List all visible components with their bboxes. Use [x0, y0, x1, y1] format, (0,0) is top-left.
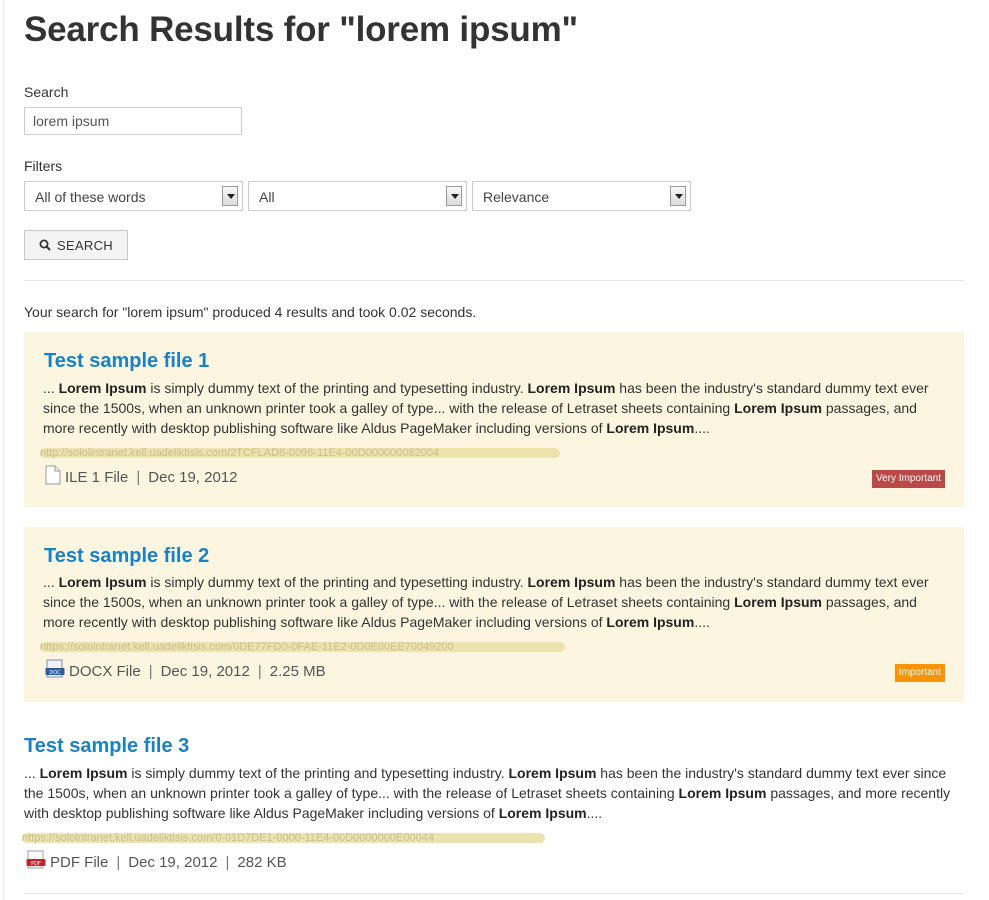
divider: [24, 893, 964, 894]
blank-file-icon: [45, 465, 61, 489]
important-badge: Important: [894, 664, 945, 682]
dropdown-arrow-icon[interactable]: [670, 186, 686, 206]
page-title: Search Results for "lorem ipsum": [24, 10, 578, 49]
dropdown-arrow-icon[interactable]: [222, 186, 238, 206]
file-type: PDF File: [50, 853, 109, 871]
result-title-link[interactable]: Test sample file 3: [24, 735, 189, 758]
file-size: 282 KB: [237, 853, 287, 871]
file-size: 2.25 MB: [269, 662, 326, 680]
sort-select[interactable]: Relevance: [472, 181, 691, 211]
filters-label: Filters: [24, 158, 63, 174]
search-button-label: SEARCH: [57, 237, 113, 253]
type-filter-value: All: [259, 189, 275, 205]
file-type: DOCX File: [69, 662, 141, 680]
search-label: Search: [24, 84, 69, 100]
result-meta: PDF PDF File | Dec 19, 2012 | 282 KB: [26, 850, 287, 874]
file-type: ILE 1 File: [65, 468, 129, 486]
result-title-link[interactable]: Test sample file 1: [44, 350, 209, 373]
docx-file-icon: DOC: [45, 659, 65, 683]
result-meta: DOC DOCX File | Dec 19, 2012 | 2.25 MB: [45, 659, 326, 683]
search-input[interactable]: [24, 107, 242, 135]
svg-text:DOC: DOC: [49, 670, 61, 676]
file-date: Dec 19, 2012: [148, 468, 238, 486]
result-url-redacted[interactable]: https://sololntranet.kell.uadeliktisis.c…: [22, 833, 545, 843]
match-mode-value: All of these words: [35, 189, 146, 205]
result-url-redacted[interactable]: https://sololntranet.kell.uadeliktisis.c…: [40, 642, 565, 652]
search-button[interactable]: SEARCH: [24, 230, 128, 260]
match-mode-select[interactable]: All of these words: [24, 181, 243, 211]
result-url-redacted[interactable]: http://sololintranet.kell.uadeliktisis.c…: [40, 448, 560, 458]
result-meta: ILE 1 File | Dec 19, 2012: [45, 465, 238, 489]
file-date: Dec 19, 2012: [128, 853, 218, 871]
pdf-file-icon: PDF: [26, 850, 46, 874]
meta-separator: |: [257, 662, 262, 680]
result-snippet: ... Lorem Ipsum is simply dummy text of …: [43, 574, 929, 630]
result-title-link[interactable]: Test sample file 2: [44, 545, 209, 568]
meta-separator: |: [225, 853, 230, 871]
result-item: Test sample file 1 ... Lorem Ipsum is si…: [24, 332, 964, 507]
result-snippet: ... Lorem Ipsum is simply dummy text of …: [43, 380, 929, 436]
result-item: Test sample file 2 ... Lorem Ipsum is si…: [24, 527, 964, 702]
very-important-badge: Very Important: [871, 470, 945, 488]
search-icon: [39, 239, 51, 251]
meta-separator: |: [116, 853, 121, 871]
result-snippet: ... Lorem Ipsum is simply dummy text of …: [24, 765, 951, 821]
sort-value: Relevance: [483, 189, 550, 205]
dropdown-arrow-icon[interactable]: [446, 186, 462, 206]
divider: [24, 280, 964, 281]
meta-separator: |: [136, 468, 141, 486]
meta-separator: |: [148, 662, 153, 680]
svg-text:PDF: PDF: [31, 861, 41, 867]
type-filter-select[interactable]: All: [248, 181, 467, 211]
result-item: Test sample file 3 ... Lorem Ipsum is si…: [22, 722, 964, 882]
page-left-border: [3, 0, 4, 900]
results-summary: Your search for "lorem ipsum" produced 4…: [24, 304, 477, 320]
file-date: Dec 19, 2012: [160, 662, 250, 680]
